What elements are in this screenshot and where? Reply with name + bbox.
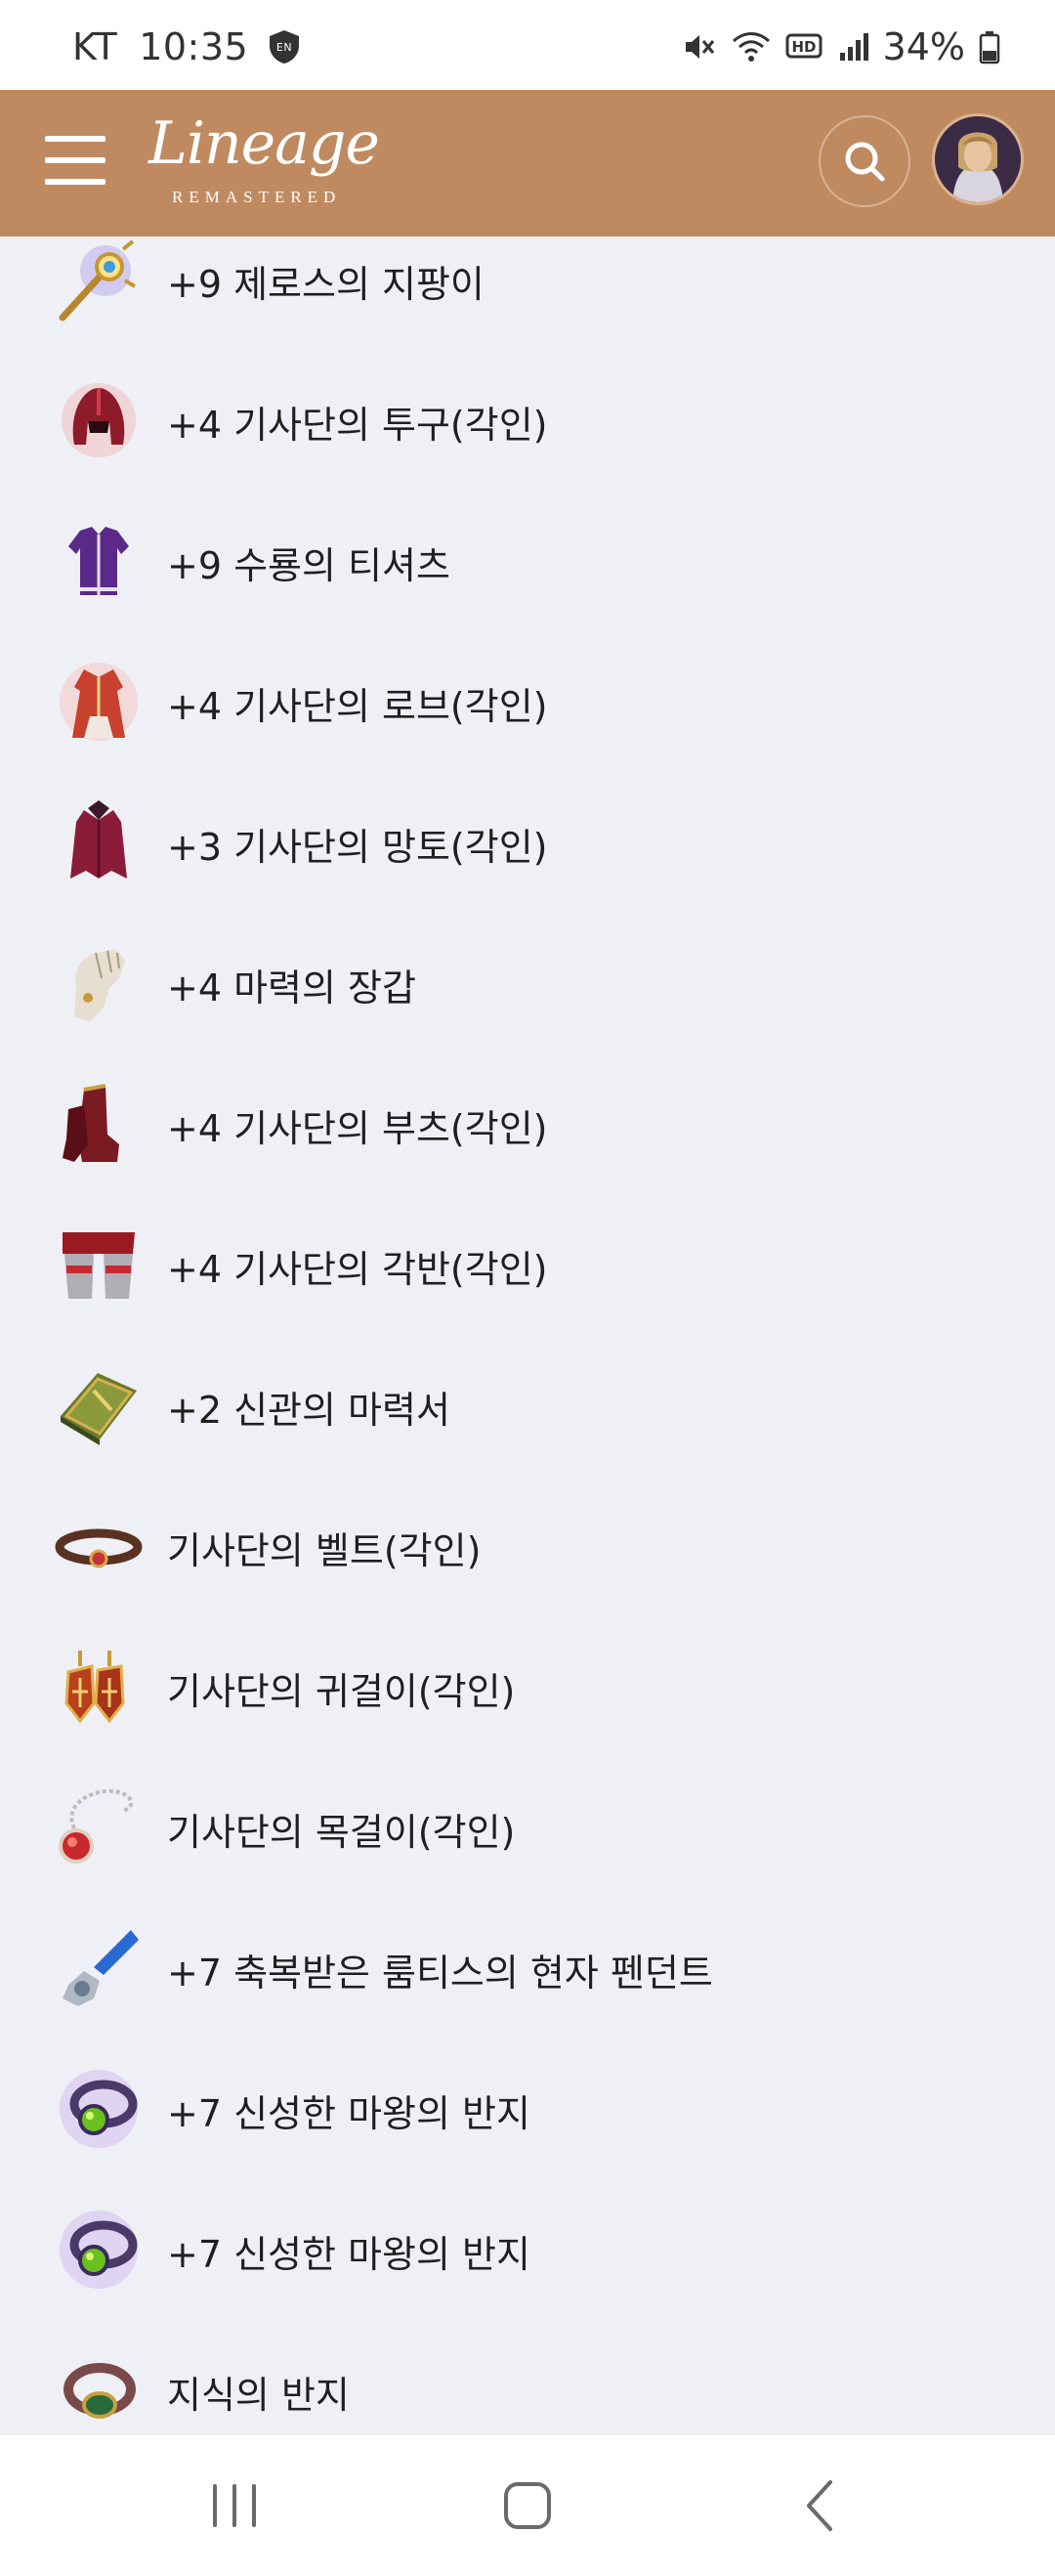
- status-left: KT 10:35 EN: [72, 25, 303, 68]
- ring-icon: [63, 2363, 136, 2419]
- list-item[interactable]: +4 기사단의 로브(각인): [0, 631, 1055, 772]
- vpn-shield-icon: EN: [270, 30, 300, 64]
- earring-icon: [64, 1651, 125, 1724]
- staff-icon: [59, 239, 137, 322]
- app-header: Lineage REMASTERED: [0, 90, 1055, 236]
- item-label: 기사단의 귀걸이(각인): [167, 1670, 516, 1713]
- svg-text:EN: EN: [276, 41, 292, 54]
- list-item[interactable]: +2 신관의 마력서: [0, 1335, 1055, 1476]
- item-label: +2 신관의 마력서: [167, 1389, 450, 1432]
- list-item[interactable]: +7 축복받은 룸티스의 현자 펜던트: [0, 1898, 1055, 2039]
- item-label: +7 축복받은 룸티스의 현자 펜던트: [167, 1952, 713, 1995]
- avatar-portrait: [935, 116, 1021, 202]
- list-item[interactable]: +7 신성한 마왕의 반지: [0, 2179, 1055, 2320]
- menu-icon[interactable]: [45, 136, 106, 187]
- list-item[interactable]: 기사단의 목걸이(각인): [0, 1757, 1055, 1898]
- list-item[interactable]: +4 기사단의 각반(각인): [0, 1194, 1055, 1335]
- list-item[interactable]: +4 마력의 장갑: [0, 913, 1055, 1053]
- shirt-icon: [68, 527, 129, 595]
- svg-text:HD: HD: [791, 38, 816, 56]
- lineage-logo[interactable]: Lineage REMASTERED: [148, 109, 393, 217]
- helmet-icon: [62, 383, 136, 457]
- item-label: +3 기사단의 망토(각인): [167, 826, 548, 869]
- item-label: 기사단의 목걸이(각인): [167, 1811, 516, 1854]
- status-right: HD 34%: [668, 25, 1000, 68]
- list-item[interactable]: +9 수룡의 티셔츠: [0, 491, 1055, 631]
- item-label: +7 신성한 마왕의 반지: [167, 2092, 530, 2135]
- ring-icon: [60, 2211, 138, 2289]
- list-item[interactable]: +4 기사단의 투구(각인): [0, 350, 1055, 491]
- item-label: +4 기사단의 투구(각인): [167, 404, 548, 447]
- logo-text: Lineage: [148, 109, 380, 178]
- cloak-icon: [70, 800, 127, 879]
- belt-icon: [55, 1528, 143, 1568]
- carrier-label: KT: [72, 25, 118, 68]
- item-label: 지식의 반지: [167, 2374, 350, 2417]
- system-nav-bar: [0, 2435, 1055, 2576]
- back-icon[interactable]: [781, 2474, 860, 2537]
- mute-icon: [685, 35, 714, 59]
- wifi-icon: [732, 32, 770, 62]
- clock: 10:35: [139, 25, 249, 68]
- logo-subtext: REMASTERED: [172, 188, 342, 206]
- greaves-icon: [63, 1232, 135, 1299]
- list-item[interactable]: +7 신성한 마왕의 반지: [0, 2039, 1055, 2179]
- user-avatar[interactable]: [932, 113, 1024, 205]
- list-item[interactable]: +4 기사단의 부츠(각인): [0, 1053, 1055, 1194]
- home-icon[interactable]: [488, 2474, 567, 2537]
- ring-icon: [60, 2070, 138, 2148]
- list-item[interactable]: 기사단의 귀걸이(각인): [0, 1616, 1055, 1757]
- boots-icon: [63, 1084, 119, 1162]
- item-label: +9 수룡의 티셔츠: [167, 544, 450, 587]
- equipment-list: +9 제로스의 지팡이 +4 기사단의 투구(각인) +9 수룡의 티셔츠 +4…: [0, 236, 1055, 2435]
- recent-apps-icon[interactable]: [195, 2474, 274, 2537]
- pendant-icon: [63, 1930, 139, 2006]
- battery-icon: [979, 31, 1000, 64]
- item-label: +7 신성한 마왕의 반지: [167, 2233, 530, 2276]
- list-item[interactable]: 기사단의 벨트(각인): [0, 1476, 1055, 1616]
- robe-icon: [60, 663, 138, 741]
- item-label: +4 기사단의 로브(각인): [167, 685, 548, 728]
- gloves-icon: [74, 949, 125, 1021]
- list-item[interactable]: +3 기사단의 망토(각인): [0, 772, 1055, 913]
- list-item[interactable]: 지식의 반지: [0, 2320, 1055, 2435]
- battery-percent: 34%: [882, 25, 965, 68]
- status-bar: KT 10:35 EN HD 34%: [0, 0, 1055, 90]
- item-label: 기사단의 벨트(각인): [167, 1529, 482, 1572]
- search-button[interactable]: [819, 115, 910, 207]
- hd-voice-icon: HD: [785, 33, 823, 59]
- necklace-icon: [59, 1788, 134, 1864]
- signal-icon: [839, 33, 868, 61]
- item-label: +4 기사단의 각반(각인): [167, 1248, 548, 1291]
- search-icon: [845, 142, 885, 182]
- item-label: +4 기사단의 부츠(각인): [167, 1107, 548, 1150]
- item-label: +4 마력의 장갑: [167, 966, 416, 1009]
- list-item[interactable]: +9 제로스의 지팡이: [0, 236, 1055, 350]
- item-label: +9 제로스의 지팡이: [167, 263, 485, 306]
- spellbook-icon: [61, 1373, 137, 1445]
